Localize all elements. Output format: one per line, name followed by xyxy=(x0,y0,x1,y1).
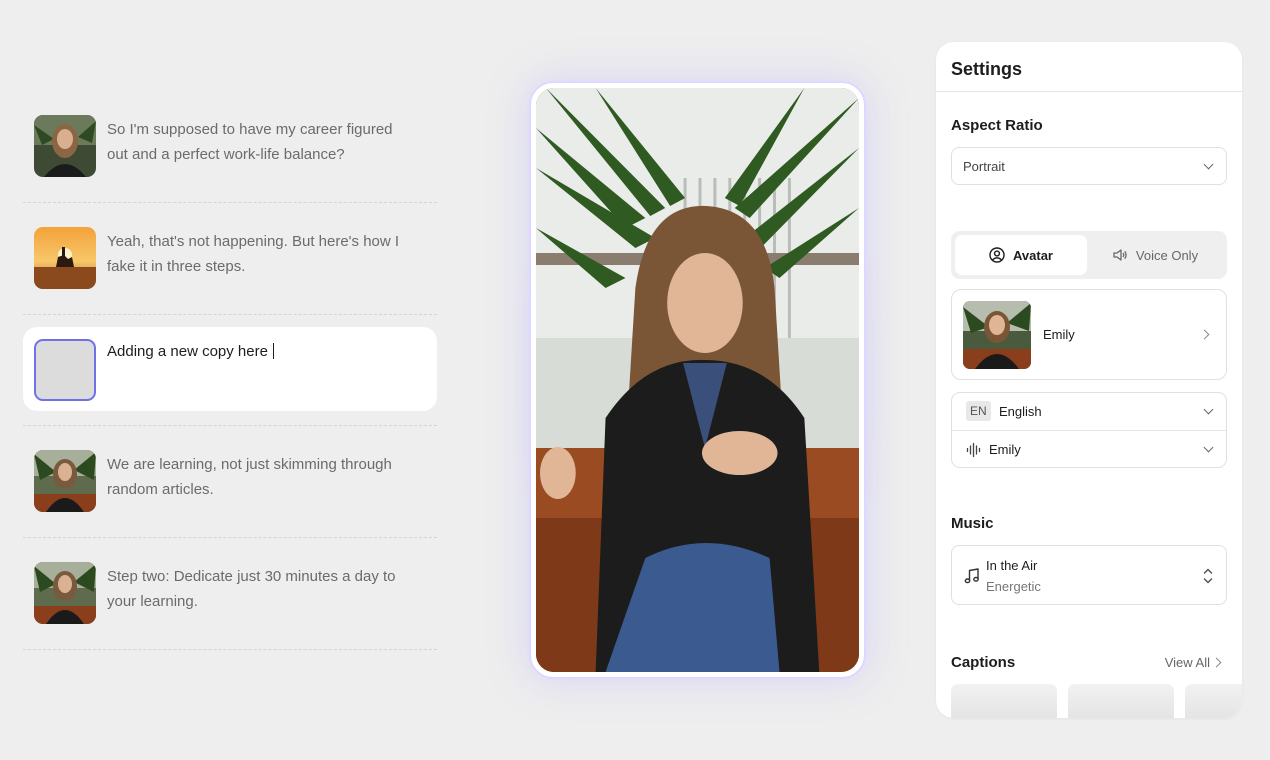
music-track: In the Air xyxy=(986,558,1038,573)
caption-style-tile[interactable] xyxy=(951,684,1057,718)
aspect-ratio-label: Aspect Ratio xyxy=(951,117,1043,134)
music-label: Music xyxy=(951,515,994,532)
script-text[interactable]: We are learning, not just skimming throu… xyxy=(107,452,417,502)
script-item[interactable]: Step two: Dedicate just 30 minutes a day… xyxy=(23,538,437,650)
user-circle-icon xyxy=(989,247,1005,263)
avatar-thumbnail xyxy=(963,301,1031,369)
language-voice-group: EN English Emily xyxy=(951,392,1227,468)
settings-panel: Settings Aspect Ratio Portrait Avatar Vo… xyxy=(936,42,1242,718)
video-preview-frame xyxy=(529,81,866,679)
avatar-mode-label: Avatar xyxy=(1013,247,1053,263)
script-text[interactable]: So I'm supposed to have my career figure… xyxy=(107,117,417,167)
script-item[interactable]: We are learning, not just skimming throu… xyxy=(23,426,437,538)
script-text[interactable]: Step two: Dedicate just 30 minutes a day… xyxy=(107,564,417,614)
voice-select[interactable]: Emily xyxy=(952,431,1226,469)
settings-title: Settings xyxy=(936,42,1242,92)
aspect-ratio-value: Portrait xyxy=(963,159,1005,174)
script-text-editor[interactable]: Adding a new copy here xyxy=(107,339,417,364)
woman-speaking-thumbnail[interactable] xyxy=(34,450,96,512)
sort-updown-icon xyxy=(1203,568,1213,584)
language-name: English xyxy=(999,404,1042,419)
caption-style-tile[interactable] xyxy=(1068,684,1174,718)
script-item[interactable]: So I'm supposed to have my career figure… xyxy=(23,91,437,203)
caption-style-tile[interactable] xyxy=(1185,684,1242,718)
empty-thumbnail[interactable] xyxy=(34,339,96,401)
language-select[interactable]: EN English xyxy=(952,393,1226,431)
music-mood: Energetic xyxy=(986,579,1041,594)
waveform-icon xyxy=(966,442,981,458)
script-item-active[interactable]: Adding a new copy here xyxy=(23,327,437,411)
speaker-icon xyxy=(1113,249,1127,261)
music-note-icon xyxy=(964,568,979,584)
script-text[interactable]: Yeah, that's not happening. But here's h… xyxy=(107,229,417,279)
chevron-down-icon xyxy=(1203,159,1214,170)
voice-only-mode-label: Voice Only xyxy=(1135,247,1199,263)
avatar-video-preview[interactable] xyxy=(536,88,859,672)
chevron-down-icon xyxy=(1203,442,1214,453)
voice-only-mode-button[interactable]: Voice Only xyxy=(1089,235,1221,275)
woman-portrait-thumbnail[interactable] xyxy=(34,115,96,177)
aspect-ratio-select[interactable]: Portrait xyxy=(951,147,1227,185)
script-item[interactable]: Yeah, that's not happening. But here's h… xyxy=(23,203,437,315)
desert-sunset-rider-thumbnail[interactable] xyxy=(34,227,96,289)
chevron-right-icon xyxy=(1199,329,1210,340)
voice-name: Emily xyxy=(989,442,1021,457)
woman-speaking-thumbnail[interactable] xyxy=(34,562,96,624)
chevron-down-icon xyxy=(1203,404,1214,415)
avatar-selector[interactable]: Emily xyxy=(951,289,1227,380)
captions-label: Captions xyxy=(951,654,1016,671)
text-cursor xyxy=(272,343,274,359)
avatar-name: Emily xyxy=(1043,327,1075,342)
view-all-captions-link[interactable]: View All xyxy=(1165,655,1210,670)
chevron-right-icon[interactable] xyxy=(1211,657,1222,668)
language-code-badge: EN xyxy=(966,401,991,421)
script-text[interactable]: Adding a new copy here xyxy=(107,343,268,360)
avatar-mode-button[interactable]: Avatar xyxy=(955,235,1087,275)
script-list: So I'm supposed to have my career figure… xyxy=(23,91,437,650)
music-select[interactable]: In the Air Energetic xyxy=(951,545,1227,605)
mode-toggle: Avatar Voice Only xyxy=(951,231,1227,279)
